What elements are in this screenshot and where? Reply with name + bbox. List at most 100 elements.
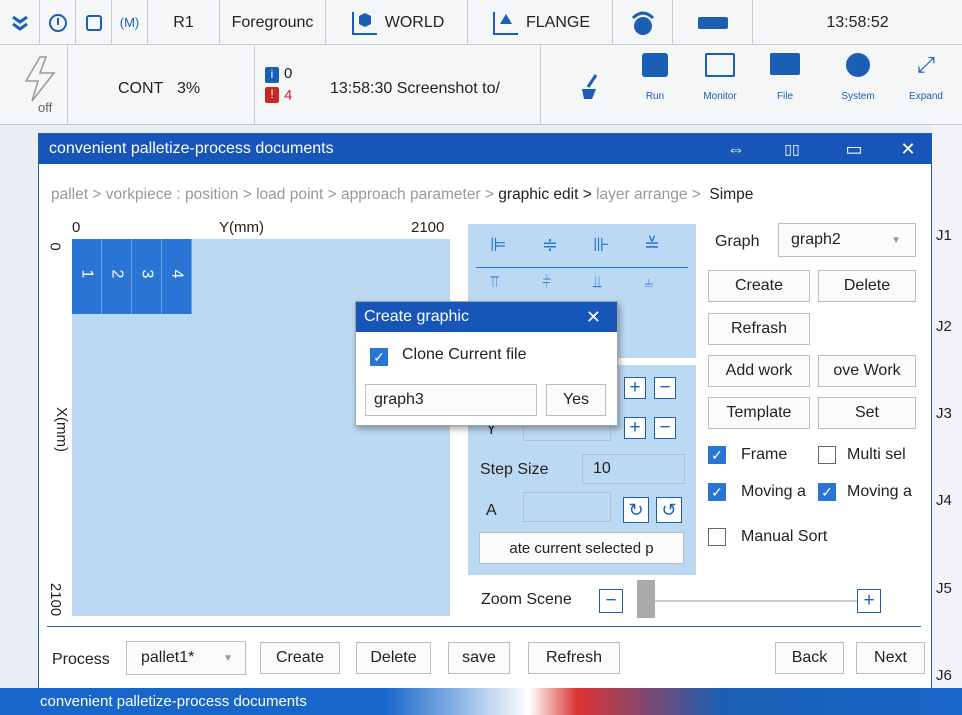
crumb-pallet[interactable]: pallet [51,186,88,203]
joint-j1[interactable]: J1 [936,227,952,244]
workpiece-tile[interactable]: 3 [132,239,162,314]
delete-graph-button[interactable]: Delete [818,270,916,302]
create-graph-button[interactable]: Create [708,270,810,302]
keyboard-icon[interactable] [673,0,753,45]
add-work-button[interactable]: Add work [708,355,810,387]
expand-label: Expand [909,91,943,102]
zoom-slider-track[interactable] [637,600,877,602]
multi-sel-checkbox[interactable] [818,446,836,464]
stop-square-icon[interactable] [76,0,112,45]
angle-label: A [486,502,497,519]
step-size-field[interactable]: 10 [582,454,685,484]
refresh-process-button[interactable]: Refresh [528,642,620,674]
crumb-workpiece[interactable]: vorkpiece [106,186,172,203]
frame-checkbox[interactable]: ✓ [708,446,726,464]
y-minus-button[interactable]: − [654,417,676,439]
align-top-icon[interactable]: ⫪ [490,274,499,292]
create-process-button[interactable]: Create [260,642,340,674]
align-left-icon[interactable]: ⊫ [490,234,507,257]
remove-work-button[interactable]: ove Work [818,355,916,387]
rotate-cw-icon[interactable]: ↻ [623,497,649,523]
monitor-button[interactable]: Monitor [692,53,748,102]
rotate-ccw-icon[interactable]: ↺ [656,497,682,523]
back-button[interactable]: Back [775,642,844,674]
taskbar-window-title[interactable]: convenient palletize-process documents [40,693,307,710]
manual-mode-icon[interactable]: (M) [112,0,148,45]
crumb-load-point[interactable]: load point [256,186,323,203]
robot-selector[interactable]: R1 [148,0,220,45]
manual-sort-checkbox[interactable] [708,528,726,546]
graph-select[interactable]: graph2 ▼ [778,223,916,257]
dialog-close-icon[interactable]: ✕ [586,307,601,328]
flange-tool-icon [492,11,518,35]
update-selected-button[interactable]: ate current selected p [479,532,684,564]
tile-number: 3 [138,269,156,279]
zoom-slider-handle[interactable] [637,580,655,618]
x-minus-button[interactable]: − [654,377,676,399]
joint-j5[interactable]: J5 [936,580,952,597]
joint-j3[interactable]: J3 [936,405,952,422]
set-button[interactable]: Set [818,397,916,429]
lightning-icon [24,56,56,102]
run-label: Run [645,91,665,102]
zoom-out-button[interactable]: − [599,589,623,613]
joint-j4[interactable]: J4 [936,492,952,509]
clear-broom-icon[interactable] [580,73,602,106]
world-coord-selector[interactable]: WORLD [326,0,468,45]
y-plus-button[interactable]: + [624,417,646,439]
crumb-layer-arrange[interactable]: layer arrange [596,186,687,203]
yes-button[interactable]: Yes [546,384,606,416]
crumb-graphic-edit[interactable]: graphic edit [498,186,578,203]
workpiece-tile[interactable]: 2 [102,239,132,314]
pallet-canvas[interactable]: 1 2 3 4 [72,239,450,616]
align-middle-v-icon[interactable]: ⫩ [542,274,551,292]
delete-process-button[interactable]: Delete [356,642,431,674]
flange-coord-selector[interactable]: FLANGE [468,0,613,45]
power-status-icon[interactable] [40,0,76,45]
file-button[interactable]: File [760,53,810,102]
expand-button[interactable]: ⤢ Expand [898,53,954,103]
template-button[interactable]: Template [708,397,810,429]
close-icon[interactable]: ✕ [893,134,923,164]
crumb-position[interactable]: position [185,186,238,203]
swap-icon[interactable]: ⇔ [721,134,751,164]
foreground-selector[interactable]: Foregrounc [220,0,326,45]
crumb-simple[interactable]: Simpe [709,186,753,203]
process-select[interactable]: pallet1* ▼ [126,641,246,675]
refresh-graph-button[interactable]: Refrash [708,313,810,345]
distribute-h-icon[interactable]: ≚ [644,234,660,257]
moving-a1-checkbox[interactable]: ✓ [708,483,726,501]
system-button[interactable]: System [830,53,886,102]
align-bottom-icon[interactable]: ⫫ [593,274,602,292]
zoom-in-button[interactable]: + [857,589,881,613]
graph-name-value: graph3 [374,391,424,408]
y-origin-label: 0 [72,219,81,236]
clock: 13:58:52 [753,0,962,45]
distribute-v-icon[interactable]: ⫨ [644,274,653,292]
joint-j6[interactable]: J6 [936,667,952,684]
clone-checkbox[interactable]: ✓ [370,348,388,366]
angle-field[interactable] [523,492,611,522]
x-plus-button[interactable]: + [624,377,646,399]
maximize-icon[interactable]: ▭ [839,134,869,164]
graph-selected-value: graph2 [791,231,841,248]
joint-j2[interactable]: J2 [936,318,952,335]
save-button[interactable]: save [448,642,510,674]
menu-collapse-icon[interactable] [0,0,40,45]
split-icon[interactable]: ▯▯ [777,134,807,164]
next-button[interactable]: Next [856,642,925,674]
workpiece-tile[interactable]: 1 [72,239,102,314]
crumb-approach[interactable]: approach parameter [341,186,481,203]
align-right-icon[interactable]: ⊪ [593,234,610,257]
robot-arm-icon[interactable] [613,0,673,45]
log-message[interactable]: 13:58:30 Screenshot to/ [330,80,500,98]
palletize-window: convenient palletize-process documents ⇔… [38,133,932,715]
power-off-button[interactable]: off [0,45,68,125]
moving-a2-checkbox[interactable]: ✓ [818,483,836,501]
speed-label[interactable]: 3% [177,80,200,98]
workpiece-tile[interactable]: 4 [162,239,192,314]
align-center-h-icon[interactable]: ≑ [542,234,558,257]
monitor-icon [705,53,735,77]
run-button[interactable]: Run [630,53,680,102]
graph-name-input[interactable]: graph3 [365,384,537,416]
